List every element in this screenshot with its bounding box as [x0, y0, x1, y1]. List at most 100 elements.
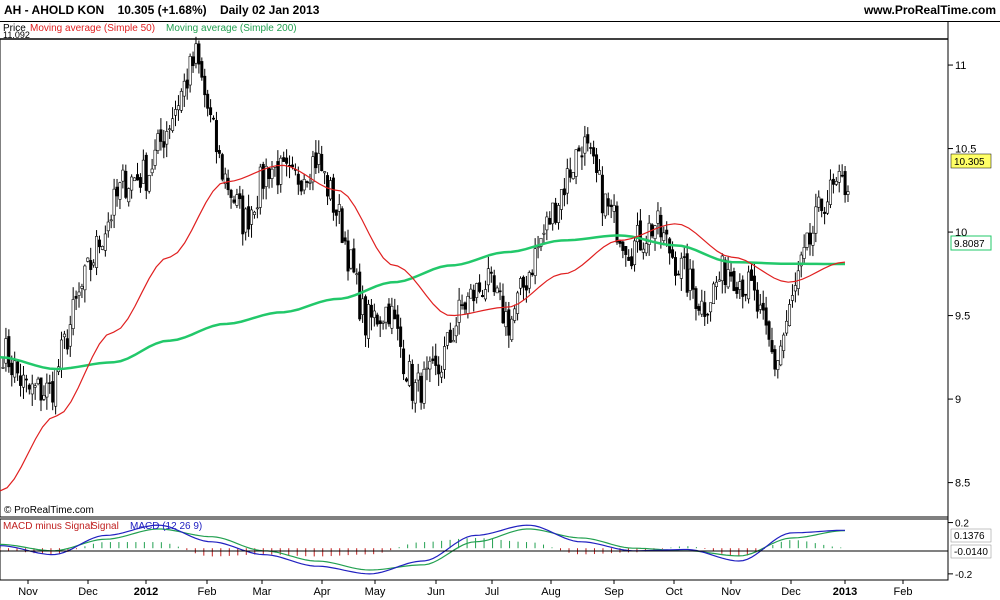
candle-body [156, 133, 160, 151]
candle-body [673, 257, 677, 276]
candle-body [475, 283, 479, 298]
candle-body [606, 198, 610, 207]
x-tick-label: Nov [721, 586, 741, 598]
candle-body [95, 236, 99, 268]
candle-body [171, 118, 175, 131]
candle-body [220, 154, 224, 180]
candle-body [340, 208, 344, 243]
candle-body [361, 298, 365, 315]
candle-body [562, 188, 566, 196]
candle-body [545, 216, 549, 231]
candle-body [16, 361, 20, 374]
candle-body [135, 174, 139, 181]
candle-body [688, 268, 692, 291]
candle-body [416, 372, 420, 381]
candle-body [527, 272, 531, 289]
candle-body [466, 296, 470, 314]
candle-body [83, 265, 87, 291]
candle-body [358, 271, 362, 320]
candle-body [194, 43, 198, 64]
candle-body [212, 117, 216, 120]
candle-body [162, 141, 166, 148]
candle-body [200, 61, 204, 78]
candle-body [179, 91, 183, 111]
max-value-label: 11.092 [3, 30, 30, 40]
candle-body [109, 219, 113, 222]
candle-body [150, 168, 154, 174]
candle-body [30, 383, 34, 395]
candle-body [694, 288, 698, 309]
candle-body [390, 305, 394, 329]
candle-body [703, 302, 707, 317]
candle-body [176, 105, 180, 111]
candle-body [489, 271, 493, 274]
candle-body [457, 299, 461, 323]
candle-body [747, 271, 751, 300]
candle-body [369, 304, 373, 318]
candle-body [355, 273, 359, 276]
candle-body [282, 157, 286, 162]
candle-body [133, 177, 137, 182]
candle-body [533, 248, 537, 276]
y-tick-label: 9.5 [955, 311, 970, 323]
candle-body [761, 302, 765, 311]
legend-signal: Signal [91, 521, 119, 532]
candle-body [428, 360, 432, 370]
candle-body [59, 339, 63, 370]
candle-body [752, 275, 756, 291]
candle-body [612, 205, 616, 212]
candle-body [597, 170, 601, 175]
candle-body [112, 188, 116, 216]
candle-body [241, 195, 245, 235]
ma200-text: 9.8087 [954, 239, 985, 250]
candle-body [127, 188, 131, 203]
candle-body [603, 193, 607, 217]
candle-body [770, 340, 774, 353]
x-tick-label: Jul [485, 586, 499, 598]
x-tick-label: Sep [604, 586, 624, 598]
candle-body [124, 170, 128, 198]
candle-body [334, 209, 338, 216]
candle-body [463, 302, 467, 310]
candle-body [349, 249, 353, 269]
candle-body [507, 309, 511, 336]
candle-body [565, 168, 569, 194]
candle-body [209, 107, 213, 116]
candle-body [296, 173, 300, 185]
candle-body [697, 306, 701, 311]
candle-body [413, 382, 417, 404]
candle-body [86, 257, 90, 262]
x-tick-label: 2012 [134, 586, 158, 598]
candle-body [305, 181, 309, 183]
candle-body [65, 338, 69, 350]
candle-body [679, 257, 683, 279]
candle-body [404, 378, 408, 382]
candle-body [504, 311, 508, 328]
candle-body [384, 306, 388, 323]
candle-body [483, 289, 487, 300]
candle-body [226, 177, 230, 191]
watermark: © ProRealTime.com [4, 505, 94, 516]
candle-body [393, 309, 397, 320]
candle-body [308, 182, 312, 184]
candle-body [437, 364, 441, 375]
x-tick-label: Mar [253, 586, 272, 598]
candle-body [206, 93, 210, 109]
candle-body [755, 289, 759, 312]
candle-body [633, 240, 637, 266]
candle-body [846, 191, 850, 195]
candle-body [764, 307, 768, 326]
candle-body [311, 156, 315, 183]
candle-body [443, 346, 447, 370]
candle-body [709, 302, 713, 313]
candle-body [80, 286, 84, 289]
y-tick-label: 8.5 [955, 478, 970, 490]
candle-body [554, 202, 558, 223]
candle-body [530, 272, 534, 276]
legend-macd: MACD (12 26 9) [130, 521, 202, 532]
x-tick-label: Aug [541, 586, 561, 598]
candle-body [557, 205, 561, 223]
price-chart-svg[interactable]: Price Moving average (Simple 50) Moving … [0, 0, 1000, 600]
legend-macd-hist: MACD minus Signal [3, 521, 92, 532]
candle-body [589, 147, 593, 149]
